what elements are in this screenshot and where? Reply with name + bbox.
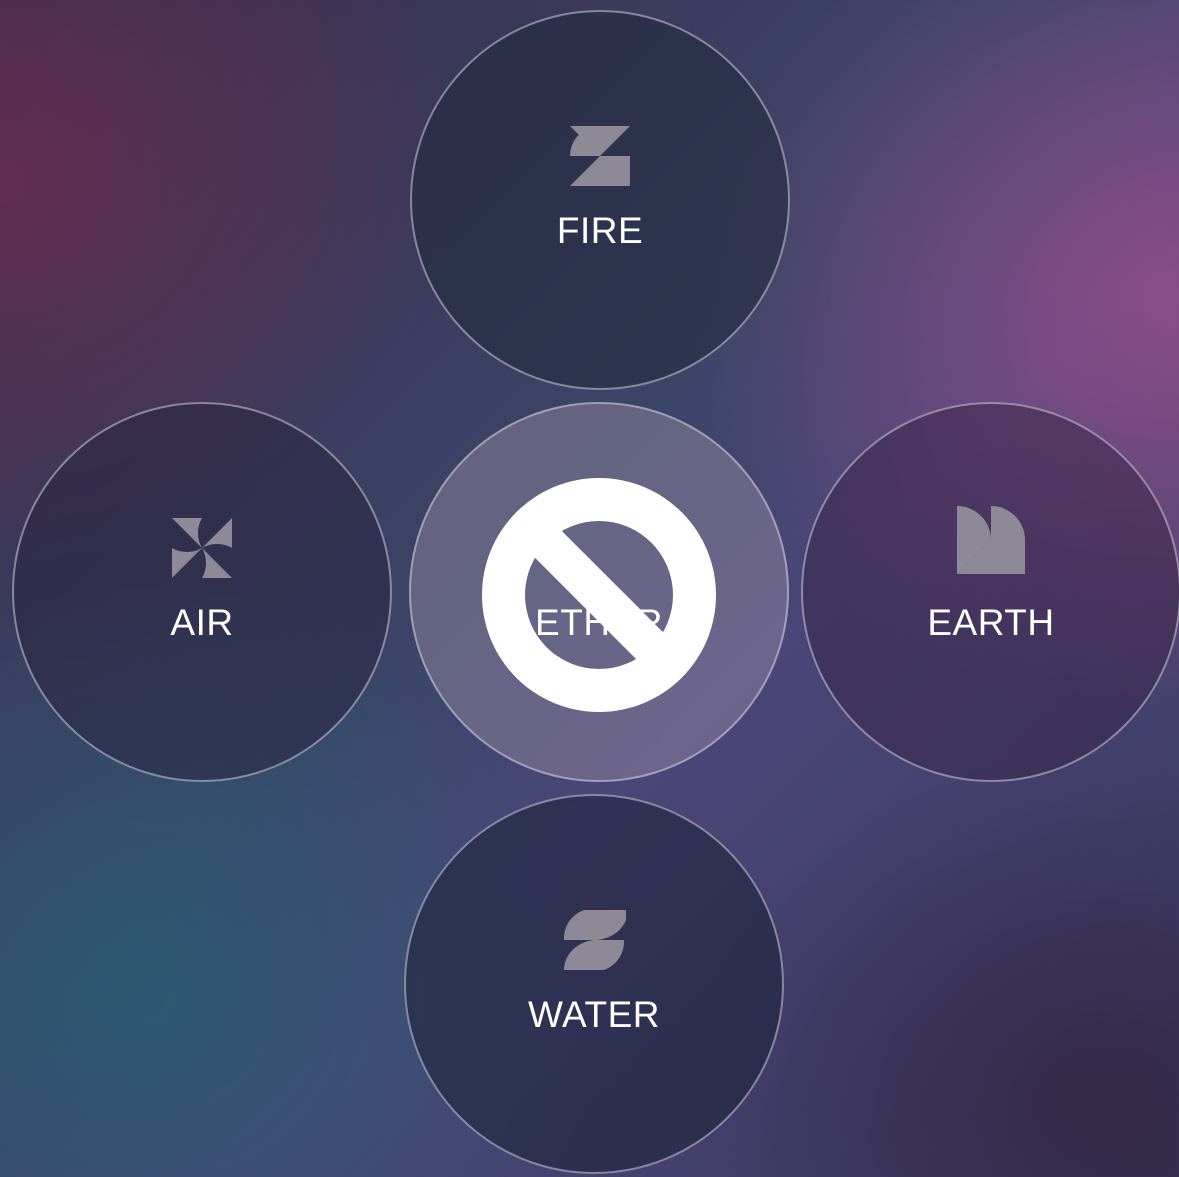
element-label: FIRE xyxy=(556,210,644,251)
element-ether-button[interactable]: ETHER xyxy=(409,402,789,782)
element-air-button[interactable]: AIR xyxy=(12,402,392,782)
element-label: AIR xyxy=(170,602,234,643)
element-label: WATER xyxy=(528,994,660,1035)
element-water-button[interactable]: WATER xyxy=(404,794,784,1174)
air-glyph-icon xyxy=(170,516,234,580)
element-earth-button[interactable]: EARTH xyxy=(801,402,1179,782)
element-label: EARTH xyxy=(927,602,1055,643)
element-label: ETHER xyxy=(535,602,663,643)
earth-glyph-icon xyxy=(955,504,1027,576)
element-selector: FIRE AIR ETHER EARTH WATER xyxy=(0,0,1179,1177)
water-glyph-icon xyxy=(562,908,626,972)
element-fire-button[interactable]: FIRE xyxy=(410,10,790,390)
fire-glyph-icon xyxy=(568,124,632,188)
